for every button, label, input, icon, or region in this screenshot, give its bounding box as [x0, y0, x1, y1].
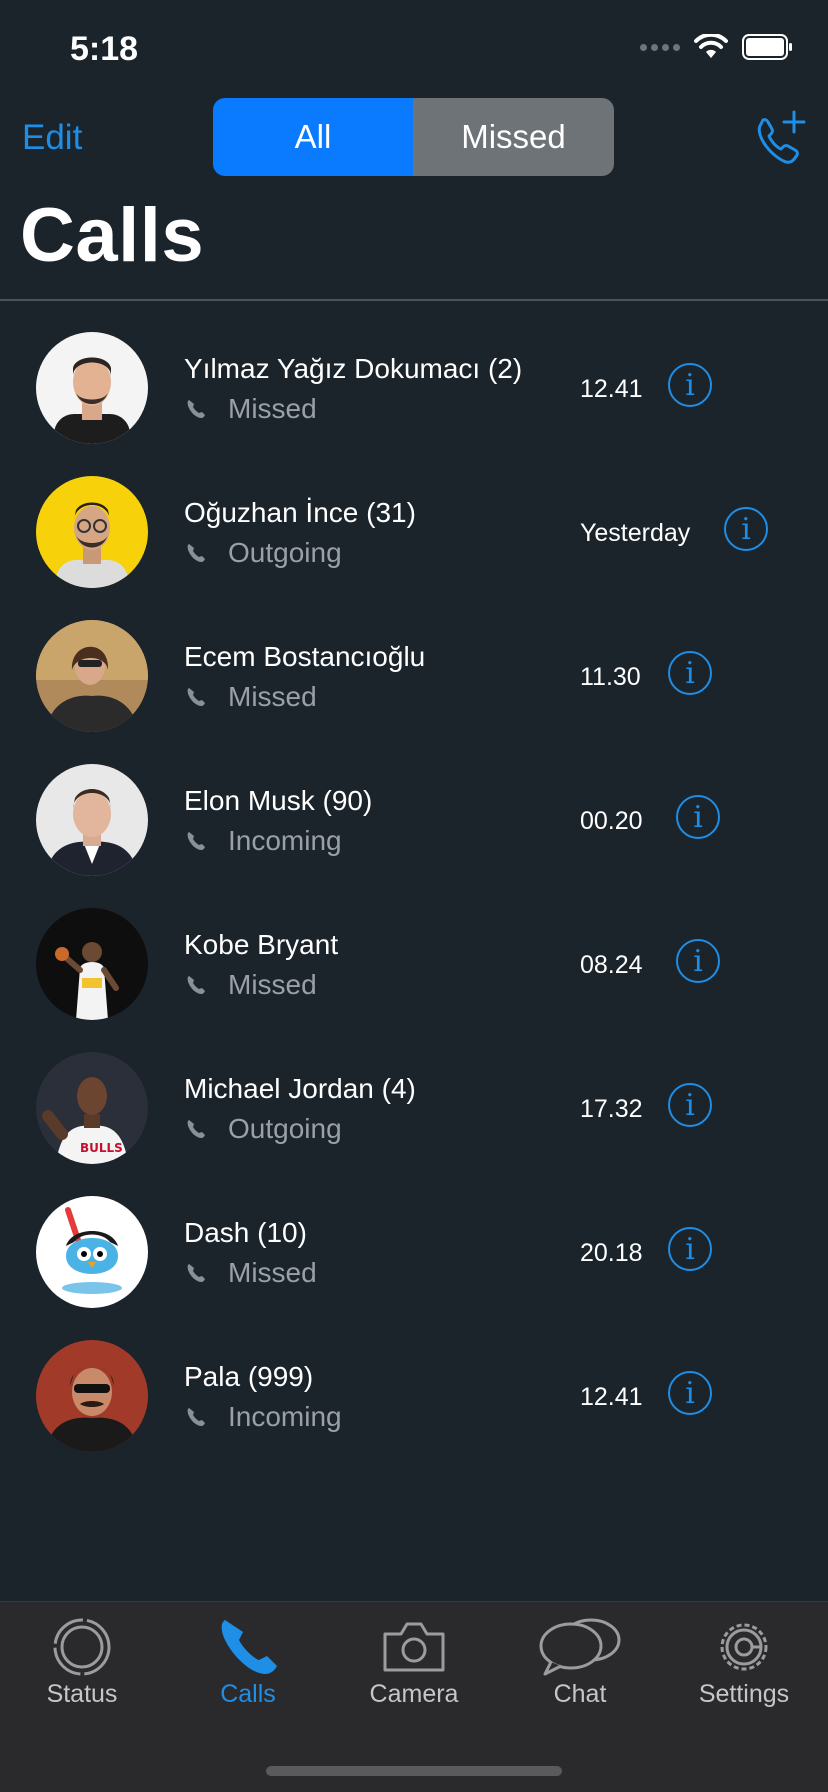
- call-type-label: Missed: [228, 393, 317, 424]
- phone-icon: [187, 688, 205, 706]
- call-time: 17.32: [580, 1095, 643, 1123]
- call-type: Incoming: [184, 1401, 342, 1433]
- status-indicators: [640, 34, 794, 60]
- call-type: Missed: [184, 1257, 317, 1289]
- call-time: 11.30: [580, 663, 641, 691]
- phone-icon: [187, 976, 205, 994]
- gear-icon: [720, 1623, 768, 1671]
- call-filter-segmented-control: All Missed: [213, 98, 614, 176]
- call-row[interactable]: BULLS Michael Jordan (4) Outgoing 17.32 …: [0, 1035, 828, 1179]
- call-type-label: Incoming: [228, 825, 342, 856]
- battery-icon: [742, 34, 792, 60]
- tab-label: Calls: [220, 1680, 276, 1708]
- call-type: Missed: [184, 681, 317, 713]
- avatar: [36, 764, 148, 876]
- call-row[interactable]: Oğuzhan İnce (31) Outgoing Yesterday i: [0, 459, 828, 603]
- chat-icon: [539, 1618, 621, 1676]
- contact-name: Ecem Bostancıoğlu: [184, 641, 426, 672]
- nav-bar: Edit All Missed: [0, 98, 828, 178]
- call-time: 20.18: [580, 1239, 643, 1267]
- avatar: [36, 1340, 148, 1452]
- tab-bar: Status Calls Camera Chat Settings: [0, 1601, 828, 1792]
- avatar: [36, 332, 148, 444]
- calls-list: Yılmaz Yağız Dokumacı (2) Missed 12.41 i…: [0, 315, 828, 1467]
- tab-label: Camera: [369, 1680, 459, 1708]
- phone-icon: [187, 832, 205, 850]
- info-icon[interactable]: i: [668, 1227, 712, 1271]
- contact-name: Kobe Bryant: [184, 929, 339, 960]
- call-type: Missed: [184, 969, 317, 1001]
- call-row[interactable]: Yılmaz Yağız Dokumacı (2) Missed 12.41 i: [0, 315, 828, 459]
- info-icon[interactable]: i: [668, 651, 712, 695]
- edit-button[interactable]: Edit: [22, 118, 82, 158]
- wifi-icon: [694, 34, 728, 58]
- avatar: [36, 908, 148, 1020]
- call-type-label: Outgoing: [228, 537, 342, 568]
- info-icon[interactable]: i: [668, 1083, 712, 1127]
- info-icon[interactable]: i: [668, 363, 712, 407]
- info-icon[interactable]: i: [676, 795, 720, 839]
- phone-icon: [187, 400, 205, 418]
- call-type: Missed: [184, 393, 317, 425]
- status-bar: 5:18: [0, 0, 828, 100]
- phone-icon: [187, 544, 205, 562]
- call-row[interactable]: Ecem Bostancıoğlu Missed 11.30 i: [0, 603, 828, 747]
- call-time: 08.24: [580, 951, 643, 979]
- avatar: BULLS: [36, 1052, 148, 1164]
- call-type-label: Missed: [228, 681, 317, 712]
- camera-icon: [383, 1622, 445, 1672]
- tab-settings[interactable]: Settings: [674, 1616, 814, 1726]
- new-call-icon[interactable]: [752, 108, 806, 168]
- cellular-signal-icon: [640, 43, 680, 51]
- svg-text:BULLS: BULLS: [80, 1141, 123, 1155]
- call-type-label: Missed: [228, 969, 317, 1000]
- call-type-label: Outgoing: [228, 1113, 342, 1144]
- call-time: Yesterday: [580, 519, 691, 547]
- info-icon[interactable]: i: [676, 939, 720, 983]
- avatar: [36, 620, 148, 732]
- call-type: Outgoing: [184, 1113, 342, 1145]
- segment-all[interactable]: All: [213, 98, 413, 176]
- avatar: [36, 1196, 148, 1308]
- tab-label: Chat: [553, 1680, 607, 1708]
- call-type: Incoming: [184, 825, 342, 857]
- info-icon[interactable]: i: [724, 507, 768, 551]
- contact-name: Dash (10): [184, 1217, 307, 1248]
- contact-name: Oğuzhan İnce (31): [184, 497, 416, 528]
- tab-calls[interactable]: Calls: [178, 1616, 318, 1726]
- phone-icon: [187, 1408, 205, 1426]
- call-time: 12.41: [580, 1383, 643, 1411]
- phone-icon: [221, 1620, 277, 1674]
- contact-name: Pala (999): [184, 1361, 314, 1392]
- call-row[interactable]: Kobe Bryant Missed 08.24 i: [0, 891, 828, 1035]
- call-row[interactable]: Pala (999) Incoming 12.41 i: [0, 1323, 828, 1467]
- contact-name: Michael Jordan (4): [184, 1073, 416, 1104]
- page-title: Calls: [20, 193, 205, 278]
- tab-status[interactable]: Status: [12, 1616, 152, 1726]
- home-indicator[interactable]: [266, 1766, 562, 1776]
- call-row[interactable]: Dash (10) Missed 20.18 i: [0, 1179, 828, 1323]
- segment-missed[interactable]: Missed: [413, 98, 614, 176]
- call-type-label: Missed: [228, 1257, 317, 1288]
- call-time: 00.20: [580, 807, 643, 835]
- call-type: Outgoing: [184, 537, 342, 569]
- contact-name: Yılmaz Yağız Dokumacı (2): [184, 353, 523, 384]
- call-time: 12.41: [580, 375, 643, 403]
- tab-label: Status: [46, 1680, 118, 1708]
- status-time: 5:18: [70, 30, 139, 68]
- tab-label: Settings: [698, 1680, 790, 1708]
- status-icon: [53, 1618, 111, 1676]
- header-divider: [0, 299, 828, 301]
- tab-camera[interactable]: Camera: [344, 1616, 484, 1726]
- contact-name: Elon Musk (90): [184, 785, 373, 816]
- phone-icon: [187, 1120, 205, 1138]
- phone-icon: [187, 1264, 205, 1282]
- tab-chat[interactable]: Chat: [510, 1616, 650, 1726]
- info-icon[interactable]: i: [668, 1371, 712, 1415]
- avatar: [36, 476, 148, 588]
- call-type-label: Incoming: [228, 1401, 342, 1432]
- call-row[interactable]: Elon Musk (90) Incoming 00.20 i: [0, 747, 828, 891]
